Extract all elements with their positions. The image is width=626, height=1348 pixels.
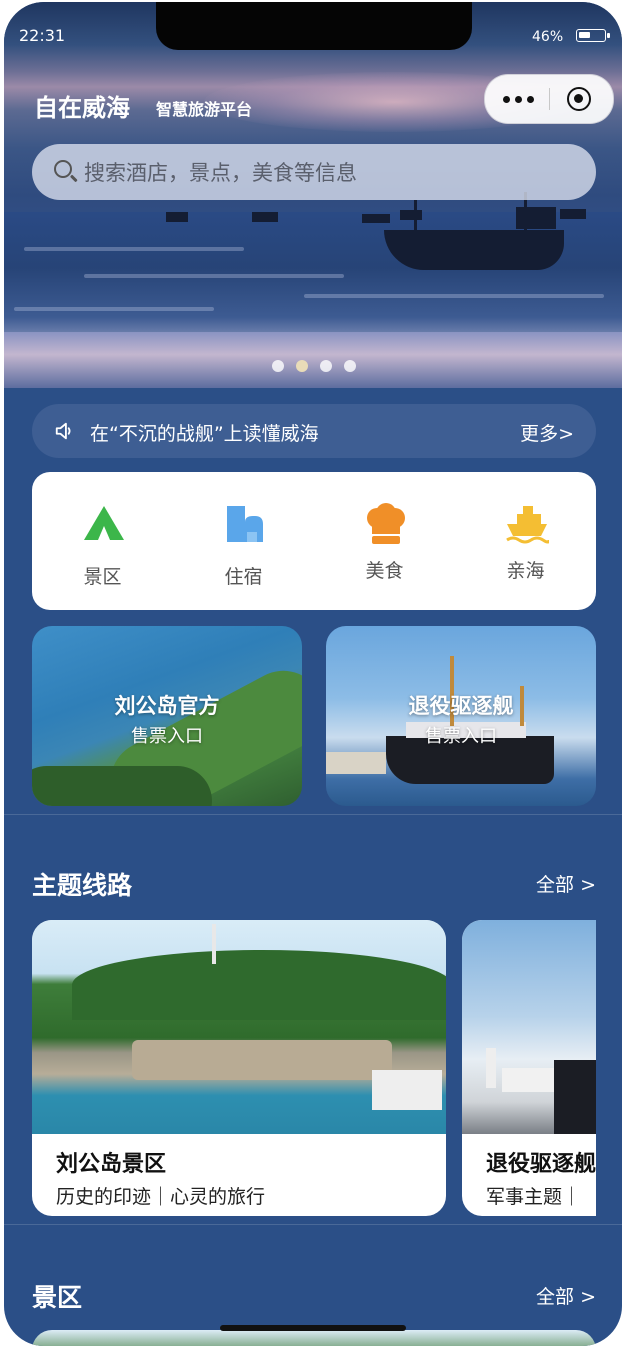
wave: [24, 247, 244, 251]
notice-more-link[interactable]: 更多>: [520, 419, 574, 446]
quick-nav-sea[interactable]: 亲海: [455, 472, 596, 610]
boat-small: [362, 214, 390, 223]
promo-subtitle: 售票入口: [131, 726, 203, 747]
search-input[interactable]: [82, 144, 586, 202]
quick-nav-label: 住宿: [224, 566, 263, 588]
more-dots-icon[interactable]: [499, 75, 537, 123]
search-icon: [54, 160, 72, 178]
route-desc: 历史的印迹｜心灵的旅行: [56, 1186, 266, 1208]
status-time: 22:31: [19, 26, 66, 45]
route-card-liugong[interactable]: 刘公岛景区 历史的印迹｜心灵的旅行: [32, 920, 446, 1216]
target-circle-icon[interactable]: [567, 87, 591, 111]
promo-card-destroyer-ticket[interactable]: 退役驱逐舰 售票入口: [326, 626, 596, 806]
battery-icon: [576, 29, 610, 42]
island-forest: [32, 766, 212, 806]
route-name: 退役驱逐舰: [486, 1152, 596, 1177]
promo-card-liugong-ticket[interactable]: 刘公岛官方 售票入口: [32, 626, 302, 806]
promo-title: 退役驱逐舰: [408, 694, 514, 718]
quick-nav-lodging[interactable]: 住宿: [173, 472, 314, 610]
pager-dot[interactable]: [344, 360, 356, 372]
scenic-card-preview[interactable]: [32, 1330, 596, 1346]
quick-nav-label: 亲海: [506, 560, 545, 582]
chef-hat-icon: [367, 503, 405, 544]
quick-nav-scenic[interactable]: 景区: [32, 472, 173, 610]
route-desc: 军事主题｜: [486, 1186, 582, 1208]
section-title-theme-routes: 主题线路: [32, 871, 133, 900]
camera-notch: [156, 2, 472, 50]
app-title: 自在威海: [34, 94, 130, 122]
capsule-divider: [549, 88, 550, 110]
home-indicator: [220, 1325, 406, 1331]
app-subtitle: 智慧旅游平台: [156, 100, 253, 119]
notice-text: 在“不沉的战舰”上读懂威海: [90, 423, 319, 445]
building-icon: [227, 506, 263, 542]
quick-nav-label: 美食: [365, 560, 404, 582]
wave: [304, 294, 604, 298]
pier: [326, 752, 386, 774]
boat-silhouette: [384, 230, 564, 270]
promo-title: 刘公岛官方: [114, 694, 220, 718]
tower: [212, 924, 216, 964]
section-divider: [4, 814, 622, 815]
route-image-destroyer: [462, 920, 596, 1134]
notice-bar[interactable]: 在“不沉的战舰”上读懂威海 更多>: [32, 404, 596, 458]
section-divider: [4, 1224, 622, 1225]
pager-dot-active[interactable]: [296, 360, 308, 372]
tent-icon: [84, 506, 124, 540]
town: [132, 1040, 392, 1080]
quick-nav-food[interactable]: 美食: [314, 472, 455, 610]
building: [372, 1070, 442, 1110]
search-bar[interactable]: [32, 144, 596, 202]
boat-small: [560, 209, 586, 219]
miniprogram-capsule: [484, 74, 614, 124]
route-card-destroyer[interactable]: 退役驱逐舰 军事主题｜: [462, 920, 596, 1216]
pager-dot[interactable]: [272, 360, 284, 372]
speaker-icon: [55, 422, 71, 440]
boat-small: [400, 210, 422, 220]
quick-nav-label: 景区: [83, 566, 122, 588]
wave: [14, 307, 214, 311]
pager-dot[interactable]: [320, 360, 332, 372]
hill: [72, 950, 446, 1020]
boat-small: [166, 212, 188, 222]
building: [502, 1068, 562, 1092]
boat-small: [252, 212, 278, 222]
battery-percent: 46%: [532, 29, 564, 45]
section-title-scenic: 景区: [32, 1283, 83, 1312]
theme-routes-all-link[interactable]: 全部 >: [536, 870, 596, 897]
route-image-liugong: [32, 920, 446, 1134]
promo-subtitle: 售票入口: [425, 726, 497, 747]
boat-cabin: [516, 207, 556, 229]
wave: [84, 274, 344, 278]
carousel-pager: [272, 360, 356, 372]
ship-icon: [506, 506, 549, 544]
phone-screen: 22:31 46% 自在威海 智慧旅游平台 在“不沉的战舰”上读懂威海 更多> …: [4, 2, 622, 1346]
scenic-all-link[interactable]: 全部 >: [536, 1282, 596, 1309]
route-name: 刘公岛景区: [56, 1152, 167, 1177]
quick-nav: 景区 住宿 美食 亲海: [32, 472, 596, 610]
warship-image: [554, 1060, 596, 1134]
tower: [486, 1048, 496, 1088]
